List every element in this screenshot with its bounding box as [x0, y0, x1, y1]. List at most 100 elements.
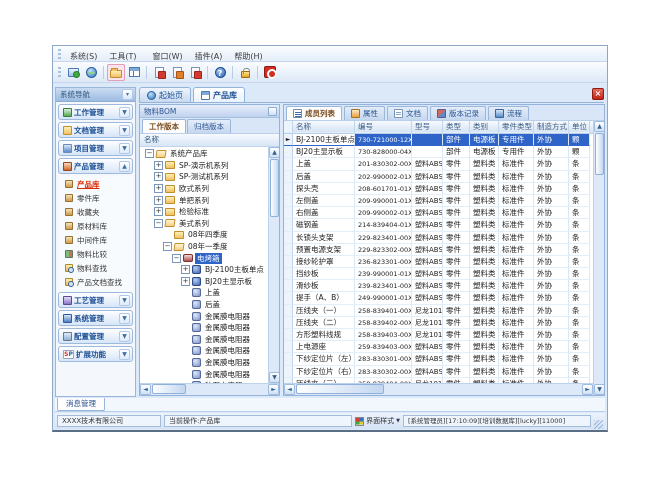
table-cell[interactable]: 零件: [443, 195, 470, 207]
menu-item-1[interactable]: 系统(S): [64, 52, 103, 61]
table-hscroll-thumb[interactable]: [296, 384, 384, 394]
table-row[interactable]: 挡纱板239-990001-01X塑料ABS零件塑料类标准件外协条: [284, 268, 593, 280]
tree-node[interactable]: 金属膜电阻器: [140, 310, 268, 322]
table-cell[interactable]: 颗: [569, 146, 590, 158]
table-cell[interactable]: 条: [569, 292, 590, 304]
table-cell[interactable]: 提手（A、B）: [293, 292, 355, 304]
tree-expander-plus-icon[interactable]: +: [181, 277, 190, 286]
table-cell[interactable]: 塑料类: [470, 329, 499, 341]
table-cell[interactable]: 零件: [443, 341, 470, 353]
table-cell[interactable]: 塑料ABS: [412, 183, 443, 195]
table-cell[interactable]: 标准件: [499, 280, 534, 292]
table-cell[interactable]: 标准件: [499, 366, 534, 378]
table-cell[interactable]: 258-839402-00X: [355, 317, 412, 329]
table-cell[interactable]: 外协: [534, 353, 569, 365]
table-cell[interactable]: 202-990002-01X: [355, 171, 412, 183]
tree-node[interactable]: −电烤箱: [140, 252, 268, 264]
scroll-left-icon[interactable]: ◄: [140, 384, 151, 395]
sidebar-section-配置管理[interactable]: 配置管理▼: [58, 328, 133, 344]
table-cell[interactable]: 塑料类: [470, 280, 499, 292]
table-cell[interactable]: 左侧盖: [293, 195, 355, 207]
tree-node[interactable]: −系统产品库: [140, 148, 268, 160]
table-cell[interactable]: 部件: [443, 146, 470, 158]
sidebar-item-产品文档查找[interactable]: 产品文档查找: [58, 275, 133, 289]
table-cell[interactable]: BJ20主显示板: [293, 146, 355, 158]
table-cell[interactable]: 标准件: [499, 341, 534, 353]
table-vertical-scrollbar[interactable]: ▲ ▼: [593, 121, 604, 395]
table-cell[interactable]: 209-990001-01X: [355, 195, 412, 207]
table-cell[interactable]: 塑料ABS: [412, 353, 443, 365]
sidebar-item-物料比较[interactable]: 物料比较: [58, 247, 133, 261]
table-cell[interactable]: 外协: [534, 195, 569, 207]
doc-del-button[interactable]: [186, 64, 204, 81]
table-cell[interactable]: 条: [569, 280, 590, 292]
sidebar-section-扩展功能[interactable]: SP扩展功能▼: [58, 346, 133, 362]
table-cell[interactable]: 探头壳: [293, 183, 355, 195]
table-cell[interactable]: 标准件: [499, 256, 534, 268]
table-cell[interactable]: 外协: [534, 305, 569, 317]
tab-产品库[interactable]: 产品库: [193, 87, 245, 102]
table-cell[interactable]: 塑料ABS: [412, 195, 443, 207]
table-cell[interactable]: 条: [569, 305, 590, 317]
table-row[interactable]: 右侧盖209-990002-01X塑料ABS零件塑料类标准件外协条: [284, 207, 593, 219]
tree-node[interactable]: 金属膜电阻器: [140, 357, 268, 369]
table-cell[interactable]: 标准件: [499, 305, 534, 317]
table-cell[interactable]: 塑料ABS: [412, 158, 443, 170]
table-cell[interactable]: 条: [569, 366, 590, 378]
table-row[interactable]: 左侧盖209-990001-01X塑料ABS零件塑料类标准件外协条: [284, 195, 593, 207]
tab-归档版本[interactable]: 归档版本: [187, 119, 231, 133]
table-cell[interactable]: 条: [569, 183, 590, 195]
table-cell[interactable]: 上盖: [293, 158, 355, 170]
scroll-up-icon[interactable]: ▲: [269, 147, 279, 158]
menu-item-3[interactable]: 窗口(W): [146, 52, 188, 61]
sidebar-section-产品管理[interactable]: 产品管理▲: [58, 158, 133, 174]
table-cell[interactable]: 外协: [534, 366, 569, 378]
table-cell[interactable]: 塑料类: [470, 244, 499, 256]
table-cell[interactable]: 长锁头支架: [293, 232, 355, 244]
table-cell[interactable]: 零件: [443, 244, 470, 256]
table-row[interactable]: 上电源座259-839403-00X塑料ABS零件塑料类标准件外协条: [284, 341, 593, 353]
table-row[interactable]: 下纱定位片（左）283-830301-00X塑料ABS零件塑料类标准件外协条: [284, 353, 593, 365]
tree-node[interactable]: 金属膜电阻器: [140, 322, 268, 334]
table-cell[interactable]: 标准件: [499, 268, 534, 280]
table-cell[interactable]: 283-830301-00X: [355, 353, 412, 365]
tab-属性[interactable]: 属性: [344, 106, 385, 120]
table-cell[interactable]: 塑料类: [470, 341, 499, 353]
table-cell[interactable]: 229-823302-00X: [355, 244, 412, 256]
menu-item-2[interactable]: 工具(T): [103, 52, 142, 61]
sidebar-item-产品库[interactable]: 产品库: [58, 177, 133, 191]
menu-item-5[interactable]: 帮助(H): [228, 52, 268, 61]
close-tab-icon[interactable]: ×: [592, 88, 604, 100]
table-cell[interactable]: 滑纱板: [293, 280, 355, 292]
tree-column-header[interactable]: 名称: [140, 134, 279, 147]
tree-node[interactable]: +检验标准: [140, 206, 268, 218]
table-cell[interactable]: 塑料ABS: [412, 219, 443, 231]
table-cell[interactable]: 条: [569, 268, 590, 280]
table-cell[interactable]: 标准件: [499, 158, 534, 170]
table-cell[interactable]: 209-990002-01X: [355, 207, 412, 219]
table-cell[interactable]: 零件: [443, 232, 470, 244]
table-cell[interactable]: 零件: [443, 171, 470, 183]
table-cell[interactable]: 标准件: [499, 329, 534, 341]
tree-vscroll-thumb[interactable]: [270, 159, 279, 217]
table-cell[interactable]: 塑料类: [470, 256, 499, 268]
table-cell[interactable]: 零件: [443, 366, 470, 378]
table-cell[interactable]: 零件: [443, 183, 470, 195]
table-row[interactable]: 探头壳208-601701-01X塑料ABS零件塑料类标准件外协条: [284, 183, 593, 195]
table-cell[interactable]: 预置电源支架: [293, 244, 355, 256]
scroll-down-icon[interactable]: ▼: [269, 372, 279, 383]
tree-node[interactable]: 08年四季度: [140, 229, 268, 241]
chevron-down-icon[interactable]: ▼: [119, 143, 130, 154]
table-cell[interactable]: 下纱定位片（右）: [293, 366, 355, 378]
table-cell[interactable]: 外协: [534, 171, 569, 183]
table-cell[interactable]: 标准件: [499, 292, 534, 304]
tree-expander-plus-icon[interactable]: +: [154, 196, 163, 205]
table-row[interactable]: 压线夹（二）258-839402-00X尼龙1010零件塑料类标准件外协条: [284, 317, 593, 329]
table-cell[interactable]: 塑料类: [470, 292, 499, 304]
tree-expander-minus-icon[interactable]: −: [163, 242, 172, 251]
table-cell[interactable]: 条: [569, 317, 590, 329]
table-cell[interactable]: 零件: [443, 353, 470, 365]
chevron-down-icon[interactable]: ▼: [119, 125, 130, 136]
table-row[interactable]: BJ20主显示板730-828000-04X部件电源板专用件外协颗: [284, 146, 593, 158]
table-cell[interactable]: 塑料ABS: [412, 280, 443, 292]
